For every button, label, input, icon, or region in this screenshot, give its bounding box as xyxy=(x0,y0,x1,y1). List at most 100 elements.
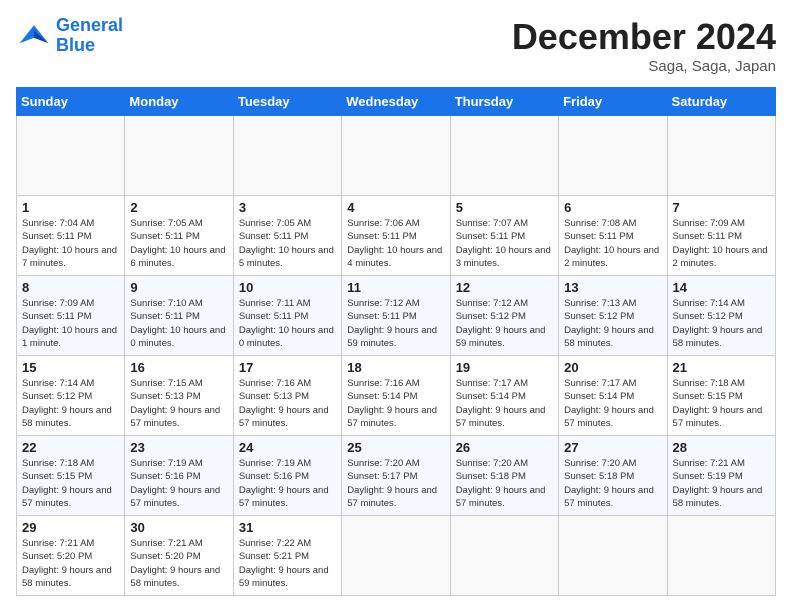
calendar-week-2: 1 Sunrise: 7:04 AM Sunset: 5:11 PM Daylig… xyxy=(17,196,776,276)
day-number: 4 xyxy=(347,200,444,215)
day-info: Sunrise: 7:17 AM Sunset: 5:14 PM Dayligh… xyxy=(456,377,553,430)
day-info: Sunrise: 7:21 AM Sunset: 5:20 PM Dayligh… xyxy=(130,537,227,590)
calendar-cell: 25Sunrise: 7:20 AM Sunset: 5:17 PM Dayli… xyxy=(342,436,450,516)
day-number: 16 xyxy=(130,360,227,375)
day-info: Sunrise: 7:19 AM Sunset: 5:16 PM Dayligh… xyxy=(130,457,227,510)
col-header-wednesday: Wednesday xyxy=(342,88,450,116)
day-info: Sunrise: 7:11 AM Sunset: 5:11 PM Dayligh… xyxy=(239,297,336,350)
calendar-table: SundayMondayTuesdayWednesdayThursdayFrid… xyxy=(16,87,776,596)
day-number: 2 xyxy=(130,200,227,215)
calendar-cell xyxy=(342,516,450,596)
calendar-cell xyxy=(667,516,775,596)
day-number: 28 xyxy=(673,440,770,455)
day-info: Sunrise: 7:15 AM Sunset: 5:13 PM Dayligh… xyxy=(130,377,227,430)
calendar-cell: 23Sunrise: 7:19 AM Sunset: 5:16 PM Dayli… xyxy=(125,436,233,516)
calendar-week-4: 15 Sunrise: 7:14 AM Sunset: 5:12 PM Dayli… xyxy=(17,356,776,436)
day-number: 5 xyxy=(456,200,553,215)
calendar-cell: 16 Sunrise: 7:15 AM Sunset: 5:13 PM Dayli… xyxy=(125,356,233,436)
calendar-week-6: 29 Sunrise: 7:21 AM Sunset: 5:20 PM Dayli… xyxy=(17,516,776,596)
calendar-cell: 10 Sunrise: 7:11 AM Sunset: 5:11 PM Dayli… xyxy=(233,276,341,356)
col-header-monday: Monday xyxy=(125,88,233,116)
col-header-tuesday: Tuesday xyxy=(233,88,341,116)
calendar-subtitle: Saga, Saga, Japan xyxy=(512,58,776,75)
day-info: Sunrise: 7:18 AM Sunset: 5:15 PM Dayligh… xyxy=(22,457,119,510)
calendar-cell: 8 Sunrise: 7:09 AM Sunset: 5:11 PM Daylig… xyxy=(17,276,125,356)
day-info: Sunrise: 7:12 AM Sunset: 5:11 PM Dayligh… xyxy=(347,297,444,350)
day-info: Sunrise: 7:04 AM Sunset: 5:11 PM Dayligh… xyxy=(22,217,119,270)
day-number: 7 xyxy=(673,200,770,215)
calendar-cell xyxy=(559,516,667,596)
day-number: 27 xyxy=(564,440,661,455)
calendar-cell: 28 Sunrise: 7:21 AM Sunset: 5:19 PM Dayli… xyxy=(667,436,775,516)
col-header-thursday: Thursday xyxy=(450,88,558,116)
calendar-cell: 19Sunrise: 7:17 AM Sunset: 5:14 PM Dayli… xyxy=(450,356,558,436)
calendar-cell xyxy=(233,116,341,196)
calendar-week-1 xyxy=(17,116,776,196)
calendar-cell: 14Sunrise: 7:14 AM Sunset: 5:12 PM Dayli… xyxy=(667,276,775,356)
day-info: Sunrise: 7:12 AM Sunset: 5:12 PM Dayligh… xyxy=(456,297,553,350)
day-number: 25 xyxy=(347,440,444,455)
calendar-cell: 1 Sunrise: 7:04 AM Sunset: 5:11 PM Daylig… xyxy=(17,196,125,276)
day-info: Sunrise: 7:21 AM Sunset: 5:20 PM Dayligh… xyxy=(22,537,119,590)
day-number: 22 xyxy=(22,440,119,455)
calendar-cell: 4Sunrise: 7:06 AM Sunset: 5:11 PM Daylig… xyxy=(342,196,450,276)
day-info: Sunrise: 7:21 AM Sunset: 5:19 PM Dayligh… xyxy=(673,457,770,510)
day-number: 18 xyxy=(347,360,444,375)
day-info: Sunrise: 7:18 AM Sunset: 5:15 PM Dayligh… xyxy=(673,377,770,430)
calendar-cell: 22 Sunrise: 7:18 AM Sunset: 5:15 PM Dayli… xyxy=(17,436,125,516)
calendar-cell: 18Sunrise: 7:16 AM Sunset: 5:14 PM Dayli… xyxy=(342,356,450,436)
logo-bird-icon xyxy=(16,18,52,54)
day-number: 3 xyxy=(239,200,336,215)
day-info: Sunrise: 7:05 AM Sunset: 5:11 PM Dayligh… xyxy=(130,217,227,270)
col-header-friday: Friday xyxy=(559,88,667,116)
col-header-saturday: Saturday xyxy=(667,88,775,116)
calendar-cell: 15 Sunrise: 7:14 AM Sunset: 5:12 PM Dayli… xyxy=(17,356,125,436)
calendar-cell xyxy=(450,516,558,596)
calendar-cell: 27 Sunrise: 7:20 AM Sunset: 5:18 PM Dayli… xyxy=(559,436,667,516)
col-header-sunday: Sunday xyxy=(17,88,125,116)
calendar-cell: 21 Sunrise: 7:18 AM Sunset: 5:15 PM Dayli… xyxy=(667,356,775,436)
calendar-week-5: 22 Sunrise: 7:18 AM Sunset: 5:15 PM Dayli… xyxy=(17,436,776,516)
calendar-cell: 30Sunrise: 7:21 AM Sunset: 5:20 PM Dayli… xyxy=(125,516,233,596)
day-number: 9 xyxy=(130,280,227,295)
day-number: 10 xyxy=(239,280,336,295)
day-number: 8 xyxy=(22,280,119,295)
day-number: 24 xyxy=(239,440,336,455)
calendar-cell xyxy=(450,116,558,196)
calendar-cell xyxy=(559,116,667,196)
day-info: Sunrise: 7:05 AM Sunset: 5:11 PM Dayligh… xyxy=(239,217,336,270)
logo-text: General Blue xyxy=(56,16,123,56)
day-info: Sunrise: 7:09 AM Sunset: 5:11 PM Dayligh… xyxy=(22,297,119,350)
day-info: Sunrise: 7:09 AM Sunset: 5:11 PM Dayligh… xyxy=(673,217,770,270)
day-number: 29 xyxy=(22,520,119,535)
day-info: Sunrise: 7:19 AM Sunset: 5:16 PM Dayligh… xyxy=(239,457,336,510)
day-number: 14 xyxy=(673,280,770,295)
calendar-week-3: 8 Sunrise: 7:09 AM Sunset: 5:11 PM Daylig… xyxy=(17,276,776,356)
day-number: 11 xyxy=(347,280,444,295)
calendar-cell: 29 Sunrise: 7:21 AM Sunset: 5:20 PM Dayli… xyxy=(17,516,125,596)
day-info: Sunrise: 7:20 AM Sunset: 5:18 PM Dayligh… xyxy=(456,457,553,510)
calendar-cell: 2 Sunrise: 7:05 AM Sunset: 5:11 PM Daylig… xyxy=(125,196,233,276)
calendar-cell: 6Sunrise: 7:08 AM Sunset: 5:11 PM Daylig… xyxy=(559,196,667,276)
day-number: 26 xyxy=(456,440,553,455)
calendar-cell: 9Sunrise: 7:10 AM Sunset: 5:11 PM Daylig… xyxy=(125,276,233,356)
day-number: 12 xyxy=(456,280,553,295)
day-info: Sunrise: 7:14 AM Sunset: 5:12 PM Dayligh… xyxy=(22,377,119,430)
calendar-cell: 13Sunrise: 7:13 AM Sunset: 5:12 PM Dayli… xyxy=(559,276,667,356)
day-number: 1 xyxy=(22,200,119,215)
day-number: 17 xyxy=(239,360,336,375)
day-info: Sunrise: 7:17 AM Sunset: 5:14 PM Dayligh… xyxy=(564,377,661,430)
day-info: Sunrise: 7:08 AM Sunset: 5:11 PM Dayligh… xyxy=(564,217,661,270)
day-number: 21 xyxy=(673,360,770,375)
day-number: 15 xyxy=(22,360,119,375)
calendar-cell xyxy=(17,116,125,196)
day-number: 20 xyxy=(564,360,661,375)
calendar-cell: 11 Sunrise: 7:12 AM Sunset: 5:11 PM Dayli… xyxy=(342,276,450,356)
day-info: Sunrise: 7:22 AM Sunset: 5:21 PM Dayligh… xyxy=(239,537,336,590)
calendar-cell: 26 Sunrise: 7:20 AM Sunset: 5:18 PM Dayli… xyxy=(450,436,558,516)
calendar-cell: 24 Sunrise: 7:19 AM Sunset: 5:16 PM Dayli… xyxy=(233,436,341,516)
calendar-cell: 5Sunrise: 7:07 AM Sunset: 5:11 PM Daylig… xyxy=(450,196,558,276)
day-info: Sunrise: 7:20 AM Sunset: 5:18 PM Dayligh… xyxy=(564,457,661,510)
title-block: December 2024 Saga, Saga, Japan xyxy=(512,16,776,75)
calendar-cell xyxy=(125,116,233,196)
